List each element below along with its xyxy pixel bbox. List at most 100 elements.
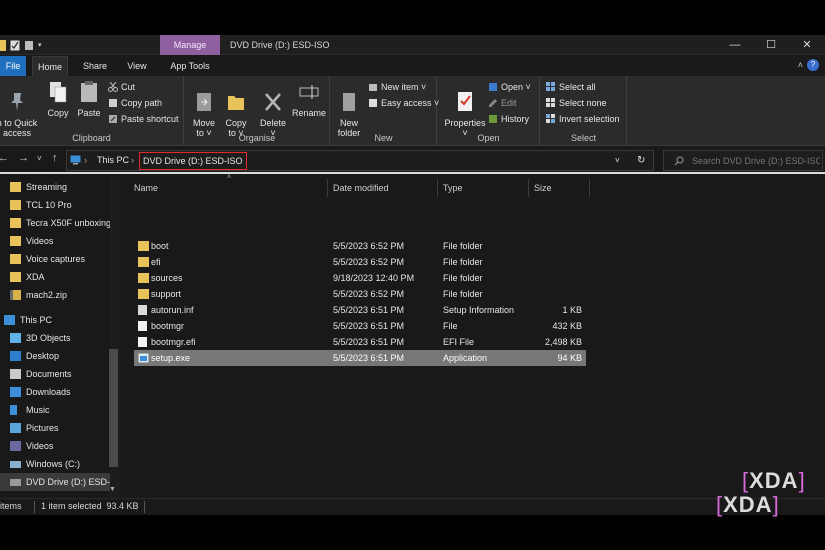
breadcrumb-separator[interactable]: › xyxy=(131,151,134,170)
nav-item-voice-captures[interactable]: Voice captures xyxy=(0,250,112,268)
search-input[interactable] xyxy=(692,153,820,168)
folder-icon xyxy=(10,236,21,246)
nav-item-desktop[interactable]: Desktop xyxy=(0,347,112,365)
tab-share[interactable]: Share xyxy=(76,56,114,76)
collapse-ribbon-icon[interactable]: ˄ xyxy=(798,60,803,70)
minimize-button[interactable]: — xyxy=(717,35,753,55)
paste-shortcut-button[interactable]: Paste shortcut xyxy=(108,112,179,126)
copy-to-button[interactable]: Copy to ˅ xyxy=(220,80,252,138)
file-row-sources[interactable]: sources 9/18/2023 12:40 PM File folder xyxy=(134,270,586,286)
videos-icon xyxy=(10,441,21,451)
nav-item-mach2-zip[interactable]: mach2.zip xyxy=(0,286,112,304)
invert-selection-button[interactable]: Invert selection xyxy=(546,112,620,126)
music-icon xyxy=(10,405,17,415)
status-bar: items 1 item selected 93.4 KB xyxy=(0,498,825,515)
file-row-support[interactable]: support 5/5/2023 6:52 PM File folder xyxy=(134,286,586,302)
select-none-button[interactable]: Select none xyxy=(546,96,607,110)
delete-button[interactable]: Delete ˅ xyxy=(257,80,289,138)
close-button[interactable]: ✕ xyxy=(789,35,825,55)
nav-item-downloads[interactable]: Downloads xyxy=(0,383,112,401)
new-folder-button[interactable]: New folder xyxy=(333,80,365,138)
breadcrumb-this-pc[interactable]: This PC xyxy=(97,151,129,170)
nav-item-music[interactable]: Music xyxy=(0,401,112,419)
customize-qat-icon[interactable]: ▾ xyxy=(38,41,42,49)
file-row-bootmgr-efi[interactable]: bootmgr.efi 5/5/2023 6:51 PM EFI File 2,… xyxy=(134,334,586,350)
file-row-boot[interactable]: boot 5/5/2023 6:52 PM File folder xyxy=(134,238,586,254)
tab-view[interactable]: View xyxy=(120,56,154,76)
nav-item-videos-folder[interactable]: Videos xyxy=(0,232,112,250)
nav-item-dvd-drive[interactable]: DVD Drive (D:) ESD-I xyxy=(0,473,112,491)
help-icon[interactable]: ? xyxy=(807,59,819,71)
easy-access-button[interactable]: Easy access ˅ xyxy=(368,96,439,110)
tab-app-tools[interactable]: App Tools xyxy=(164,56,216,76)
breadcrumb-separator[interactable]: › xyxy=(84,151,87,170)
open-icon xyxy=(489,83,497,91)
column-header-size[interactable]: Size xyxy=(530,179,590,197)
tab-home[interactable]: Home xyxy=(32,56,68,76)
scroll-down-icon[interactable]: ▼ xyxy=(109,486,116,493)
cube-icon xyxy=(10,333,21,343)
nav-item-3d-objects[interactable]: 3D Objects xyxy=(0,329,112,347)
pictures-icon xyxy=(10,423,21,433)
new-item-icon xyxy=(369,84,377,91)
select-all-button[interactable]: Select all xyxy=(546,80,596,94)
refresh-icon[interactable]: ↻ xyxy=(637,151,645,170)
file-row-bootmgr[interactable]: bootmgr 5/5/2023 6:51 PM File 432 KB xyxy=(134,318,586,334)
nav-item-tcl-10-pro[interactable]: TCL 10 Pro xyxy=(0,196,112,214)
new-item-button[interactable]: New item ˅ xyxy=(368,80,426,94)
properties-button[interactable]: Properties ˅ xyxy=(441,80,489,138)
new-folder-icon[interactable] xyxy=(24,40,34,51)
properties-check-icon[interactable] xyxy=(10,40,20,51)
nav-item-streaming[interactable]: Streaming xyxy=(0,178,112,196)
open-button[interactable]: Open ˅ xyxy=(488,80,531,94)
history-button[interactable]: History xyxy=(488,112,529,126)
nav-item-pictures[interactable]: Pictures xyxy=(0,419,112,437)
nav-item-this-pc[interactable]: This PC xyxy=(0,311,112,329)
folder-icon xyxy=(138,289,149,299)
column-header-type[interactable]: Type xyxy=(439,179,529,197)
nav-item-windows-c[interactable]: Windows (C:) xyxy=(0,455,112,473)
manage-tab[interactable]: Manage xyxy=(160,35,220,55)
new-label: New xyxy=(374,133,393,143)
address-bar[interactable]: › This PC › DVD Drive (D:) ESD-ISO ˅ ↻ xyxy=(66,150,654,171)
paste-button[interactable]: Paste xyxy=(73,80,105,118)
nav-item-documents[interactable]: Documents xyxy=(0,365,112,383)
copy-button[interactable]: Copy xyxy=(42,80,74,118)
select-label: Select xyxy=(570,133,596,143)
file-icon xyxy=(138,321,147,331)
column-header-name[interactable]: Name xyxy=(130,179,328,197)
maximize-button[interactable]: ☐ xyxy=(753,35,789,55)
file-row-autorun-inf[interactable]: autorun.inf 5/5/2023 6:51 PM Setup Infor… xyxy=(134,302,586,318)
file-type: Setup Information xyxy=(443,305,515,315)
file-row-setup-exe[interactable]: setup.exe 5/5/2023 6:51 PM Application 9… xyxy=(134,350,586,366)
nav-item-tecra-x50f[interactable]: Tecra X50F unboxing xyxy=(0,214,112,232)
back-button[interactable]: ← xyxy=(0,152,9,164)
file-date: 5/5/2023 6:52 PM xyxy=(333,289,405,299)
forward-button[interactable]: → xyxy=(18,152,29,164)
clipboard-label: Clipboard xyxy=(72,133,111,143)
file-row-efi[interactable]: efi 5/5/2023 6:52 PM File folder xyxy=(134,254,586,270)
pin-quick-access-button[interactable]: n to Quick access xyxy=(0,80,38,138)
copy-path-button[interactable]: Copy path xyxy=(108,96,162,110)
search-icon xyxy=(674,156,684,166)
column-header-date[interactable]: Date modified xyxy=(329,179,438,197)
nav-item-xda[interactable]: XDA xyxy=(0,268,112,286)
xda-watermark-logo: [XDA] xyxy=(742,468,806,493)
settings-file-icon xyxy=(138,305,147,315)
nav-scrollbar-thumb[interactable] xyxy=(109,349,118,467)
ribbon: n to Quick access Copy Paste Cut Copy pa… xyxy=(0,76,825,146)
folder-icon[interactable] xyxy=(0,39,6,51)
search-box[interactable] xyxy=(663,150,823,171)
nav-item-videos-library[interactable]: Videos xyxy=(0,437,112,455)
address-dropdown-icon[interactable]: ˅ xyxy=(615,151,620,170)
tab-file[interactable]: File xyxy=(0,56,26,76)
cut-button[interactable]: Cut xyxy=(108,80,135,94)
rename-button[interactable]: Rename xyxy=(291,80,327,118)
status-selection: 1 item selected 93.4 KB xyxy=(41,501,139,511)
move-to-button[interactable]: Move to ˅ xyxy=(188,80,220,138)
recent-locations-button[interactable]: ˅ xyxy=(37,154,42,163)
up-button[interactable]: ↑ xyxy=(52,152,58,164)
edit-button[interactable]: Edit xyxy=(488,96,517,110)
breadcrumb-current[interactable]: DVD Drive (D:) ESD-ISO xyxy=(139,152,247,170)
file-name: efi xyxy=(151,257,161,267)
